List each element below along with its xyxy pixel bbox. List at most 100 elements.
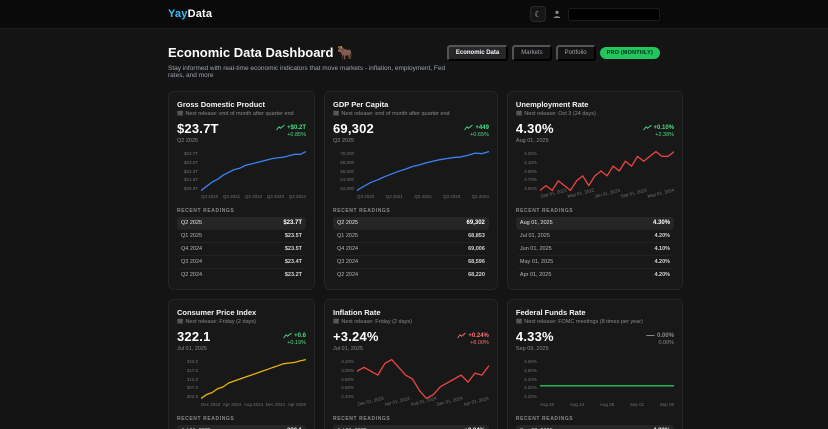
- y-tick: 2.60%: [341, 385, 354, 391]
- x-tick: Dec 2024: [265, 402, 286, 407]
- y-tick: 4.30%: [524, 151, 537, 156]
- reading-value: 69,006: [468, 246, 485, 252]
- recent-readings-label: RECENT READINGS: [515, 416, 574, 422]
- chart-area: 322.0 317.0 312.0 307.0 302.0: [177, 358, 306, 400]
- page-title-text: Economic Data Dashboard: [168, 45, 334, 60]
- reading-date: Q3 2024: [337, 259, 359, 265]
- value-block: 322.1 Jul 01, 2025: [177, 329, 211, 352]
- card-title: Unemployment Rate: [515, 100, 589, 109]
- reading-date: Aug 01, 2025: [519, 220, 553, 226]
- recent-readings-label: RECENT READINGS: [333, 208, 391, 214]
- value-block: $23.7T Q2 2025: [177, 121, 219, 144]
- x-tick: Q3 2024: [288, 194, 306, 199]
- reading-row: Q2 2024 68,220: [333, 268, 489, 281]
- change-absolute-text: +0.10%: [653, 124, 675, 131]
- cards-grid: Gross Domestic Product 🗓 Next release: e…: [168, 91, 684, 429]
- readings-table: Aug 01, 2025 4.30% Jul 01, 2025 4.20% Jun 01…: [515, 217, 675, 281]
- x-axis-labels: Q3 2020 Q3 2021 Q3 2022 Q3 2023 Q3 2024: [201, 194, 306, 202]
- tab-economic-data[interactable]: Economic Data: [446, 45, 509, 61]
- x-axis-labels: Dec 01, 2023 Apr 01, 2024 Aug 01, 2024 Dec …: [357, 396, 489, 410]
- next-release: 🗓 Next release: end of month after quart…: [177, 111, 306, 117]
- y-tick: $20.9T: [183, 186, 198, 191]
- next-release: 🗓 Next release: end of month after quart…: [333, 111, 489, 117]
- signin-button[interactable]: [568, 7, 660, 21]
- indicator-date: Q2 2025: [177, 138, 199, 144]
- x-tick: Dec 2023: [201, 402, 221, 407]
- change-percent: +2.38%: [655, 132, 675, 138]
- reading-row: Aug 01, 2025 4.30%: [515, 217, 675, 229]
- readings-table: Sep 08, 20254.33%Sep 07, 20254.33%Sep 06…: [515, 425, 675, 429]
- x-tick: Sep 05: [659, 402, 675, 407]
- y-axis-labels: 3.20% 3.00% 2.80% 2.60% 2.40%: [333, 358, 354, 400]
- chart-area: 4.30% 4.10% 3.90% 3.70% 3.50%: [516, 150, 674, 192]
- value-row: +3.24% Jul 01, 2025 +0.24% +8.00%: [333, 329, 489, 352]
- logo-yay: Yay: [168, 8, 188, 20]
- indicator-value: 4.33%: [515, 329, 554, 344]
- reading-value: $23.4T: [284, 259, 302, 265]
- reading-value: 4.30%: [653, 220, 671, 226]
- recent-readings-label: RECENT READINGS: [333, 416, 391, 422]
- trend-icon: [283, 332, 292, 339]
- y-tick: 322.0: [186, 359, 198, 364]
- y-tick: 307.0: [186, 385, 198, 391]
- reading-row: Sep 08, 20254.33%: [515, 425, 675, 429]
- indicator-card: Consumer Price Index 🗓 Next release: Fri…: [168, 299, 315, 429]
- line-chart: [540, 150, 674, 192]
- readings-table: Q2 2025 69,302 Q1 2025 68,853 Q4 2024 69,006 Q…: [333, 217, 489, 281]
- card-title: GDP Per Capita: [333, 100, 389, 109]
- app-logo[interactable]: YayData: [168, 8, 212, 20]
- change-absolute-text: +0.24%: [468, 332, 489, 339]
- trend-icon: [464, 124, 474, 131]
- y-axis-labels: 322.0 317.0 312.0 307.0 302.0: [177, 358, 198, 400]
- y-tick: 4.40%: [524, 376, 537, 382]
- y-tick: $23.7T: [183, 151, 198, 156]
- change-absolute-text: +0.6: [294, 332, 306, 339]
- reading-value: $23.2T: [284, 272, 302, 278]
- indicator-value: 4.30%: [515, 121, 554, 136]
- reading-value: 4.10%: [654, 246, 671, 252]
- theme-toggle-button[interactable]: ☾: [530, 6, 546, 22]
- reading-value: 69,302: [466, 220, 485, 226]
- chart-area: $23.7T $23.0T $22.3T $21.6T $20.9T: [177, 150, 306, 192]
- reading-row: Q4 2024 69,006: [333, 242, 489, 255]
- y-tick: 2.80%: [341, 376, 354, 382]
- calendar-icon: 🗓: [333, 319, 340, 325]
- reading-value: $23.7T: [283, 220, 302, 226]
- reading-value: $23.5T: [284, 233, 302, 239]
- y-tick: 66,000: [340, 168, 354, 174]
- user-icon[interactable]: [553, 10, 561, 18]
- tab-markets[interactable]: Markets: [512, 45, 552, 61]
- trend-icon: [457, 332, 467, 339]
- recent-readings-label: RECENT READINGS: [177, 208, 235, 214]
- y-tick: 4.50%: [524, 367, 537, 373]
- reading-date: Jun 01, 2025: [519, 246, 552, 252]
- x-tick: Aug 24: [569, 402, 585, 407]
- x-tick: Sep 01: [629, 402, 645, 407]
- x-axis-labels: Sep 01, 2021 May 01, 2022 Jan 01, 2023 Sep …: [540, 187, 675, 202]
- recent-readings-label: RECENT READINGS: [515, 208, 574, 214]
- dashboard-main: Economic Data Dashboard 🐂 Stay informed …: [168, 45, 684, 429]
- indicator-card: Gross Domestic Product 🗓 Next release: e…: [168, 91, 315, 290]
- y-tick: 302.0: [186, 394, 198, 399]
- logo-data: Data: [187, 8, 213, 20]
- reading-row: Jul 01, 2025+3.24%: [333, 425, 489, 429]
- y-axis-labels: 4.60% 4.50% 4.40% 4.30% 4.20%: [516, 358, 537, 400]
- change-badge: +0.24% +8.00%: [457, 332, 489, 346]
- chart-area: 4.60% 4.50% 4.40% 4.30% 4.20%: [516, 358, 674, 400]
- card-title: Consumer Price Index: [177, 308, 257, 317]
- calendar-icon: 🗓: [515, 111, 523, 117]
- reading-value: 4.20%: [654, 272, 671, 278]
- page-title: Economic Data Dashboard 🐂: [168, 45, 447, 61]
- y-tick: 3.70%: [524, 177, 537, 183]
- y-axis-labels: 4.30% 4.10% 3.90% 3.70% 3.50%: [516, 150, 537, 192]
- tab-portfolio[interactable]: Portfolio: [555, 45, 596, 61]
- reading-value: $23.5T: [284, 246, 302, 252]
- readings-table: Jul 01, 2025322.1Jun 01, 2025321.5May 01…: [177, 425, 306, 429]
- value-row: $23.7T Q2 2025 +$0.2T +0.85%: [177, 121, 306, 144]
- next-release-text: Next release: Friday (2 days): [185, 319, 256, 325]
- x-tick: Q3 2023: [266, 194, 285, 199]
- line-chart: [540, 358, 674, 400]
- x-tick: Q3 2020: [357, 194, 375, 199]
- reading-row: Q2 2024 $23.2T: [177, 268, 306, 281]
- pro-monthly-button[interactable]: PRO (MONTHLY): [599, 47, 660, 59]
